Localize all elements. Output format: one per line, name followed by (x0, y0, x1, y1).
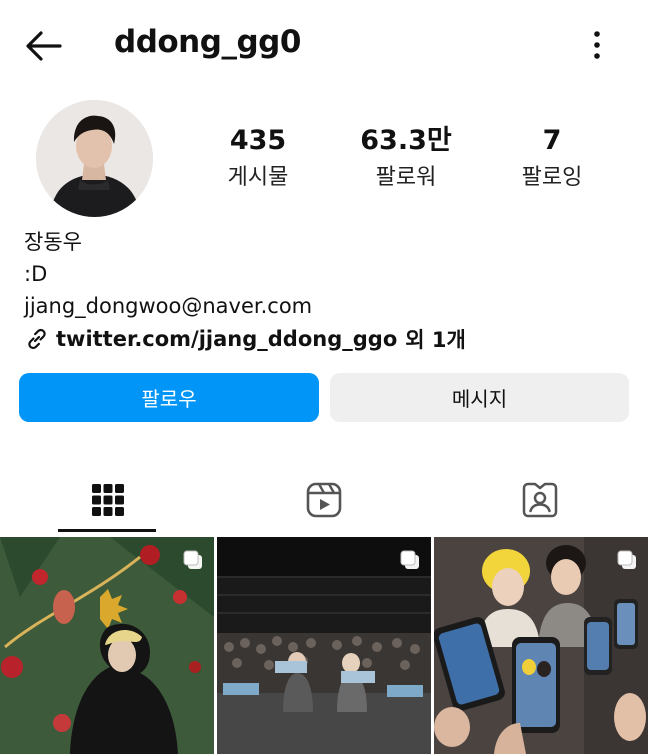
post-thumbnail[interactable] (434, 537, 648, 754)
more-options-button[interactable] (582, 28, 612, 62)
posts-count[interactable]: 435 게시물 (188, 124, 328, 194)
reels-icon (306, 482, 342, 518)
followers-count[interactable]: 63.3만 팔로워 (336, 124, 476, 194)
profile-display-name: 장동우 (24, 230, 82, 254)
profile-avatar[interactable] (36, 100, 153, 217)
tagged-icon (522, 482, 558, 518)
bio-text: :D (24, 262, 48, 286)
multiple-posts-icon (400, 550, 419, 569)
multiple-posts-icon (183, 550, 202, 569)
more-vertical-icon (594, 31, 600, 59)
back-button[interactable] (22, 26, 66, 66)
following-count[interactable]: 7 팔로잉 (482, 124, 622, 194)
multiple-posts-icon (617, 550, 636, 569)
bio-link-more: 외 1개 (405, 328, 466, 352)
profile-tabs (0, 466, 648, 534)
tab-tagged[interactable] (432, 466, 648, 534)
post-thumbnail[interactable] (217, 537, 431, 754)
profile-username: ddong_gg0 (114, 24, 301, 60)
message-button[interactable]: 메시지 (330, 373, 629, 422)
link-icon (28, 328, 46, 350)
follow-button[interactable]: 팔로우 (19, 373, 319, 422)
arrow-left-icon (26, 31, 62, 61)
tab-reels[interactable] (216, 466, 432, 534)
active-tab-indicator (58, 529, 156, 532)
bio-link-url: twitter.com/jjang_ddong_ggo (56, 327, 398, 351)
following-count-value: 7 (542, 125, 562, 156)
following-count-label: 팔로잉 (521, 165, 583, 190)
followers-count-value: 63.3만 (360, 125, 452, 156)
followers-count-label: 팔로워 (375, 165, 437, 190)
bio-link[interactable]: twitter.com/jjang_ddong_ggo 외 1개 (24, 324, 466, 354)
avatar-photo (36, 100, 153, 217)
post-thumbnail[interactable] (0, 537, 214, 754)
top-bar: ddong_gg0 (0, 0, 648, 92)
tab-posts-grid[interactable] (0, 466, 216, 534)
posts-count-value: 435 (229, 125, 287, 156)
grid-icon (92, 484, 124, 516)
posts-count-label: 게시물 (227, 165, 289, 190)
bio-email[interactable]: jjang_dongwoo@naver.com (24, 292, 312, 320)
